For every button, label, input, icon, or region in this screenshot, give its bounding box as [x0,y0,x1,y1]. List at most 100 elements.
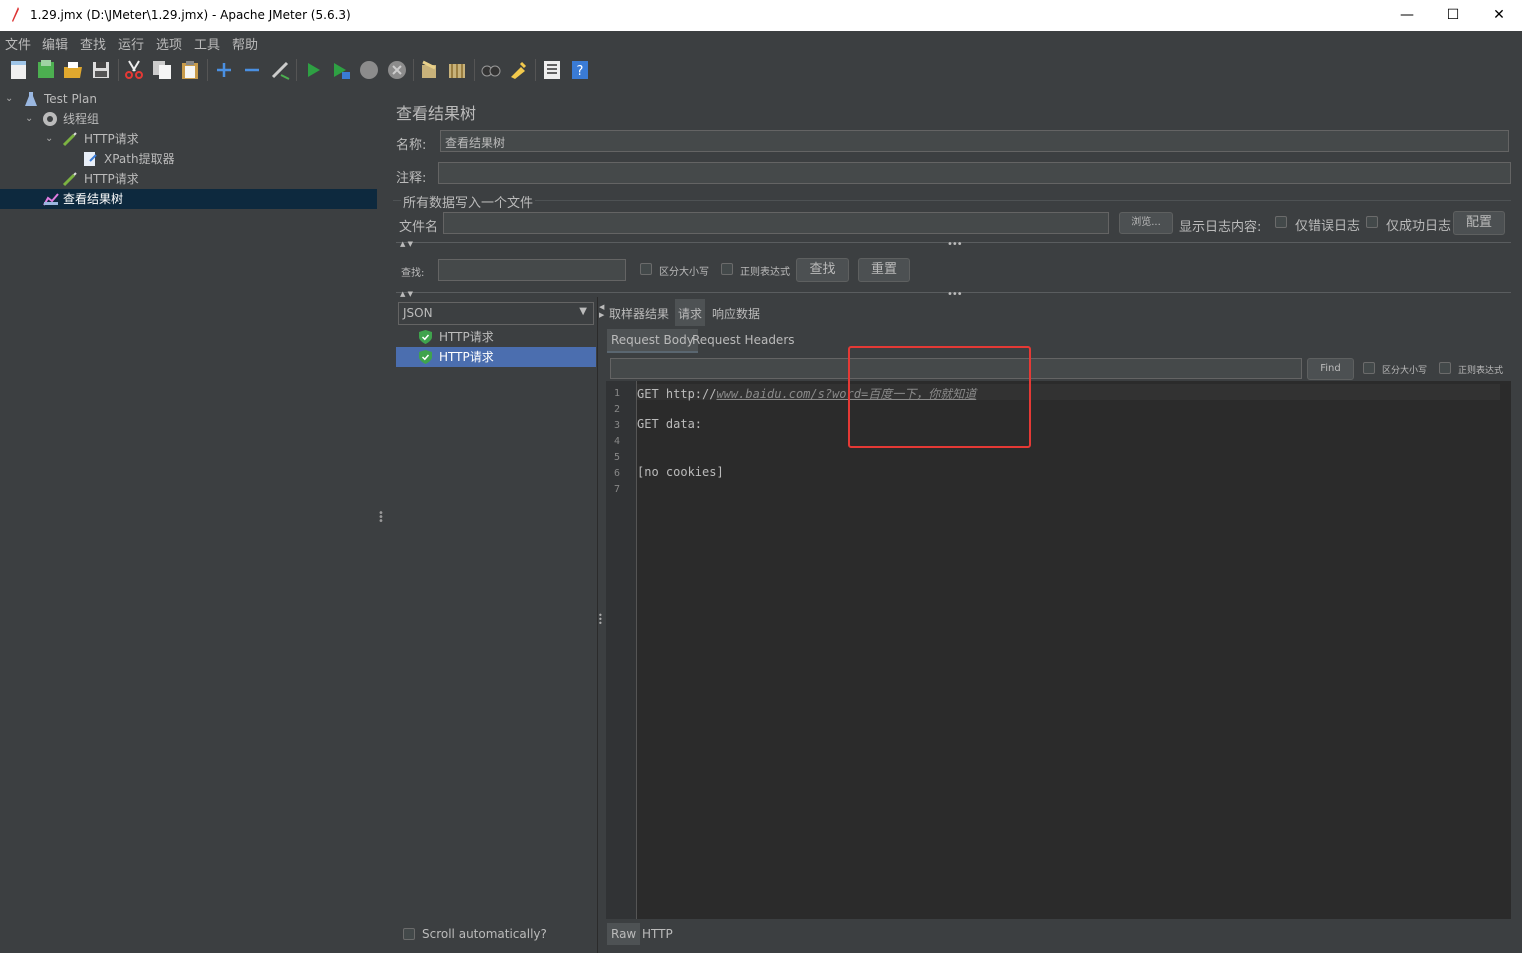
case-sensitive-label: 区分大小写 [659,267,709,278]
chevron-down-icon: ▼ [579,306,587,317]
text-regex-checkbox[interactable] [1439,362,1451,374]
errors-only-checkbox[interactable] [1275,216,1287,228]
function-helper-icon[interactable] [541,59,563,81]
search-icon[interactable] [480,59,502,81]
find-button[interactable]: 查找 [796,258,849,282]
scroll-automatically-checkbox[interactable] [403,928,415,940]
copy-icon[interactable] [151,59,173,81]
tree-item-view-results-tree[interactable]: 查看结果树 [0,189,377,209]
svg-text:?: ? [577,64,584,79]
browse-button[interactable]: 浏览... [1119,212,1173,234]
templates-icon[interactable] [35,59,57,81]
line-number: 5 [614,452,621,463]
menu-file[interactable]: 文件 [5,34,31,53]
split-grip-icon[interactable]: ••• [947,239,963,250]
clear-all-icon[interactable] [446,59,468,81]
menu-options[interactable]: 选项 [156,34,182,53]
tab-request[interactable]: 请求 [675,299,706,326]
menu-run[interactable]: 运行 [118,34,144,53]
tree-item-test-plan[interactable]: ⌄ Test Plan [0,89,377,109]
text-case-sensitive-label: 区分大小写 [1382,366,1428,376]
subtab-request-headers[interactable]: Request Headers [692,333,795,347]
collapse-arrows-icon[interactable]: ◀ ▶ [599,303,604,319]
pipette-icon [62,172,77,187]
gear-icon [43,112,57,126]
new-icon[interactable] [8,59,30,81]
menu-edit[interactable]: 编辑 [42,34,68,53]
tree-item-thread-group[interactable]: ⌄ 线程组 [0,109,377,129]
result-item[interactable]: HTTP请求 [396,327,596,347]
reset-search-icon[interactable] [507,59,529,81]
chevron-down-icon[interactable]: ⌄ [25,114,35,124]
split-arrows-icon[interactable]: ▲ ▼ [400,290,413,298]
fieldset-border [393,200,1511,201]
panel-title: 查看结果树 [396,104,477,123]
inner-splitter[interactable]: • • • [597,297,604,953]
cut-icon[interactable] [123,59,145,81]
splitter-grip-icon: • • • [598,611,603,628]
comment-field[interactable] [438,162,1511,184]
result-item[interactable]: HTTP请求 [396,347,596,367]
name-field[interactable]: 查看结果树 [440,130,1509,152]
filename-field[interactable] [443,212,1109,234]
text-regex-label: 正则表达式 [1458,366,1504,376]
comment-label: 注释: [396,171,427,186]
help-icon[interactable]: ? [569,59,591,81]
open-icon[interactable] [62,59,84,81]
start-icon[interactable] [302,59,324,81]
collapse-icon[interactable] [241,59,263,81]
tab-sampler-result[interactable]: 取样器结果 [609,305,669,322]
tree-item-http-request[interactable]: HTTP请求 [0,169,377,189]
split-grip-icon[interactable]: ••• [947,289,963,300]
vertical-splitter[interactable]: • • • [377,87,385,953]
title-bar: 1.29.jmx (D:\JMeter\1.29.jmx) - Apache J… [0,0,1522,31]
expand-icon[interactable] [213,59,235,81]
split-arrows-icon[interactable]: ▲ ▼ [400,240,413,248]
start-no-pause-icon[interactable] [330,59,352,81]
tab-http[interactable]: HTTP [642,927,673,941]
subtab-request-body[interactable]: Request Body [607,329,698,353]
configure-button[interactable]: 配置 [1453,211,1505,235]
log-content-label: 显示日志内容: [1179,220,1262,235]
chevron-down-icon[interactable]: ⌄ [5,94,15,104]
renderer-select[interactable]: JSON ▼ [398,302,594,325]
menu-tools[interactable]: 工具 [194,34,220,53]
regex-checkbox[interactable] [721,263,733,275]
stop-icon[interactable] [358,59,380,81]
reset-button[interactable]: 重置 [858,258,910,282]
menu-help[interactable]: 帮助 [232,34,258,53]
extractor-icon [84,152,97,166]
search-label: 查找: [401,268,425,279]
save-icon[interactable] [90,59,112,81]
search-field[interactable] [438,259,626,281]
minimize-button[interactable]: — [1384,0,1430,31]
request-body-editor[interactable]: 1 2 3 4 5 6 7 GET http://www.baidu.com/s… [606,381,1511,919]
line-number: 2 [614,404,621,415]
text-find-button[interactable]: Find [1307,358,1354,380]
line-number: 6 [614,468,621,479]
clear-icon[interactable] [418,59,440,81]
line-number: 4 [614,436,621,447]
code-line-6: [no cookies] [637,465,724,479]
paste-icon[interactable] [179,59,201,81]
shutdown-icon[interactable] [386,59,408,81]
case-sensitive-checkbox[interactable] [640,263,652,275]
pipette-icon [62,132,77,147]
errors-only-label: 仅错误日志 [1295,219,1361,234]
close-button[interactable]: ✕ [1476,0,1522,31]
filename-label: 文件名 [399,220,439,235]
tab-response-data[interactable]: 响应数据 [712,305,760,322]
toolbar-separator [118,59,119,81]
tree-item-label: HTTP请求 [84,172,139,186]
maximize-button[interactable]: ☐ [1430,0,1476,31]
tab-raw[interactable]: Raw [607,923,641,945]
text-case-sensitive-checkbox[interactable] [1363,362,1375,374]
success-shield-icon [419,330,432,344]
tree-item-http-request[interactable]: ⌄ HTTP请求 [0,129,377,149]
success-only-checkbox[interactable] [1366,216,1378,228]
chevron-down-icon[interactable]: ⌄ [45,134,55,144]
success-only-label: 仅成功日志 [1386,219,1452,234]
tree-item-xpath-extractor[interactable]: XPath提取器 [0,149,377,169]
menu-search[interactable]: 查找 [80,34,106,53]
toggle-icon[interactable] [269,59,291,81]
